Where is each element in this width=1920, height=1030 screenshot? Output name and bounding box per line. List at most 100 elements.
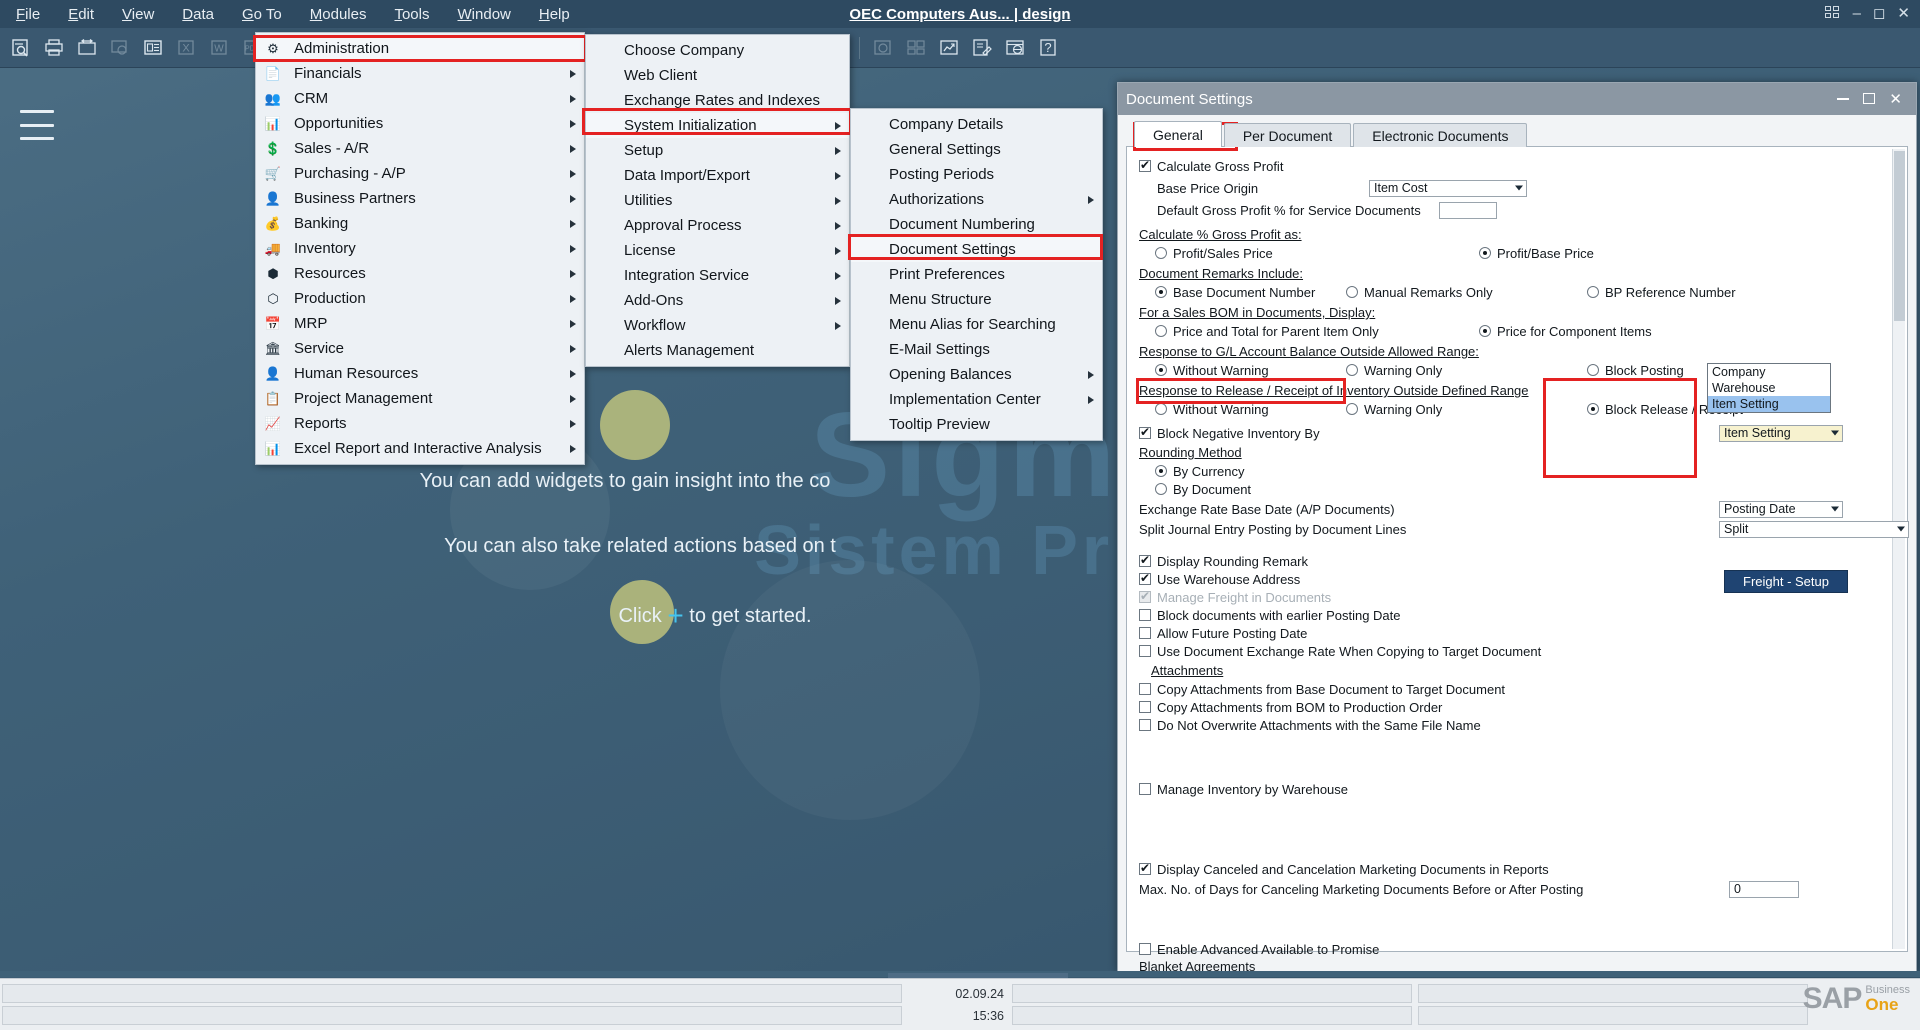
use-document-exchange-rate-checkbox[interactable] [1139,645,1151,657]
display-rounding-remark-row[interactable]: Display Rounding Remark [1139,552,1897,570]
menu-item-production[interactable]: ⬡ Production [256,286,584,311]
option-gl-without-warning[interactable]: Without Warning [1155,363,1269,378]
max-days-canceling-input[interactable]: 0 [1729,880,1799,898]
menu-item-web-client[interactable]: Web Client [586,63,849,88]
menu-edit[interactable]: Edit [54,4,108,25]
menu-help[interactable]: Help [525,4,584,25]
print-icon[interactable] [39,34,69,62]
display-canceled-checkbox[interactable] [1139,861,1151,875]
radio-gl-warning-only[interactable] [1346,364,1358,376]
menu-item-workflow[interactable]: Workflow [586,313,849,338]
copy-attachments-base-row[interactable]: Copy Attachments from Base Document to T… [1139,680,1897,698]
menu-item-opening-balances[interactable]: Opening Balances [851,362,1102,387]
menu-item-purchasing-ap[interactable]: 🛒 Purchasing - A/P [256,161,584,186]
menu-tools[interactable]: Tools [380,4,443,25]
print-preview-icon[interactable] [72,34,102,62]
menu-item-tooltip-preview[interactable]: Tooltip Preview [851,412,1102,437]
option-gl-block-posting[interactable]: Block Posting [1587,363,1684,378]
menu-goto[interactable]: Go To [228,4,296,25]
edit-report-icon[interactable] [967,34,997,62]
option-base-document-number[interactable]: Base Document Number [1155,285,1315,300]
find-document-icon[interactable] [6,34,36,62]
menu-window[interactable]: Window [444,4,525,25]
send-message-icon[interactable] [105,34,135,62]
option-profit-sales-price[interactable]: Profit/Sales Price [1155,246,1455,261]
menu-item-alerts-management[interactable]: Alerts Management [586,338,849,363]
menu-data[interactable]: Data [168,4,228,25]
do-not-overwrite-attachments-checkbox[interactable] [1139,719,1151,731]
menu-item-setup[interactable]: Setup [586,138,849,163]
menu-item-authorizations[interactable]: Authorizations [851,187,1102,212]
block-negative-inventory-checkbox[interactable] [1139,425,1151,439]
use-warehouse-address-checkbox[interactable] [1139,571,1151,585]
option-bp-reference-number[interactable]: BP Reference Number [1587,285,1736,300]
block-earlier-posting-date-checkbox[interactable] [1139,609,1151,621]
minimize-icon[interactable] [1837,92,1850,107]
menu-item-exchange-rates[interactable]: Exchange Rates and Indexes [586,88,849,113]
minimize-icon[interactable]: – [1853,5,1861,22]
copy-attachments-bom-checkbox[interactable] [1139,701,1151,713]
hamburger-menu-icon[interactable] [20,110,54,140]
close-icon[interactable]: ✕ [1889,92,1902,107]
dropdown-option-company[interactable]: Company [1708,364,1830,380]
menu-item-implementation-center[interactable]: Implementation Center [851,387,1102,412]
menu-item-human-resources[interactable]: 👤 Human Resources [256,361,584,386]
block-negative-inventory-select[interactable]: Item Setting [1719,424,1843,442]
menu-item-choose-company[interactable]: Choose Company [586,38,849,63]
export-excel-icon[interactable]: X [171,34,201,62]
option-gl-warning-only[interactable]: Warning Only [1346,363,1442,378]
allow-future-posting-date-checkbox[interactable] [1139,627,1151,639]
menu-item-mrp[interactable]: 📅 MRP [256,311,584,336]
menu-item-posting-periods[interactable]: Posting Periods [851,162,1102,187]
menu-item-license[interactable]: License [586,238,849,263]
menu-item-data-import-export[interactable]: Data Import/Export [586,163,849,188]
radio-by-document[interactable] [1155,483,1167,495]
menu-item-add-ons[interactable]: Add-Ons [586,288,849,313]
allow-future-posting-date-row[interactable]: Allow Future Posting Date [1139,624,1897,642]
copy-attachments-base-checkbox[interactable] [1139,683,1151,695]
option-manual-remarks-only[interactable]: Manual Remarks Only [1346,285,1493,300]
menu-view[interactable]: View [108,4,168,25]
menu-item-menu-alias[interactable]: Menu Alias for Searching [851,312,1102,337]
menu-item-excel-report[interactable]: 📊 Excel Report and Interactive Analysis [256,436,584,461]
radio-gl-block-posting[interactable] [1587,364,1599,376]
panel-scrollbar[interactable] [1892,149,1905,949]
menu-item-crm[interactable]: 👥 CRM [256,86,584,111]
browser-icon[interactable] [1000,34,1030,62]
menu-item-sales-ar[interactable]: 💲 Sales - A/R [256,136,584,161]
radio-inv-without-warning[interactable] [1155,403,1167,415]
option-by-currency[interactable]: By Currency [1155,464,1245,479]
cockpit-icon[interactable] [901,34,931,62]
do-not-overwrite-attachments-row[interactable]: Do Not Overwrite Attachments with the Sa… [1139,716,1897,734]
menu-item-business-partners[interactable]: 👤 Business Partners [256,186,584,211]
menu-modules[interactable]: Modules [296,4,381,25]
menu-item-integration-service[interactable]: Integration Service [586,263,849,288]
menu-item-financials[interactable]: 📄 Financials [256,61,584,86]
base-price-origin-select[interactable]: Item Cost [1369,179,1527,197]
radio-profit-sales-price[interactable] [1155,247,1167,259]
tab-electronic-documents[interactable]: Electronic Documents [1353,123,1528,147]
enable-atp-row[interactable]: Enable Advanced Available to Promise [1139,940,1897,958]
manage-inventory-warehouse-checkbox[interactable] [1139,783,1151,795]
document-settings-titlebar[interactable]: Document Settings ✕ [1118,83,1916,115]
menu-item-email-settings[interactable]: E-Mail Settings [851,337,1102,362]
tab-per-document[interactable]: Per Document [1223,123,1352,147]
menu-item-banking[interactable]: 💰 Banking [256,211,584,236]
exchange-rate-base-date-select[interactable]: Posting Date [1719,500,1843,518]
menu-item-administration[interactable]: ⚙ Administration [256,36,584,61]
use-document-exchange-rate-row[interactable]: Use Document Exchange Rate When Copying … [1139,642,1897,660]
close-icon[interactable]: ✕ [1897,4,1910,22]
radio-inv-warning-only[interactable] [1346,403,1358,415]
radio-manual-remarks-only[interactable] [1346,286,1358,298]
radio-profit-base-price[interactable] [1479,247,1491,259]
menu-item-menu-structure[interactable]: Menu Structure [851,287,1102,312]
option-by-document[interactable]: By Document [1155,482,1251,497]
display-canceled-row[interactable]: Display Canceled and Cancelation Marketi… [1139,860,1897,878]
split-journal-select[interactable]: Split [1719,520,1909,538]
dropdown-option-item-setting[interactable]: Item Setting [1708,396,1830,412]
menu-item-system-initialization[interactable]: System Initialization [586,113,849,138]
rounding-method-by-document-row[interactable]: By Document [1139,480,1897,498]
maximize-icon[interactable]: ◻ [1873,4,1885,22]
menu-item-service[interactable]: 🏛 Service [256,336,584,361]
menu-item-opportunities[interactable]: 📊 Opportunities [256,111,584,136]
